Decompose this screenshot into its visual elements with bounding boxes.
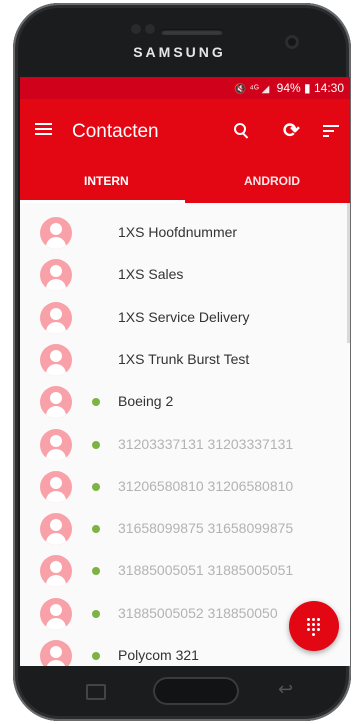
- contact-row[interactable]: 31658099875 31658099875: [20, 513, 350, 555]
- contact-row[interactable]: 1XS Service Delivery: [20, 301, 350, 344]
- avatar-icon: [40, 640, 72, 666]
- avatar-icon: [40, 386, 72, 419]
- back-icon[interactable]: ↩: [278, 679, 293, 700]
- avatar-icon: [40, 470, 72, 503]
- contact-name: 1XS Hoofdnummer: [118, 224, 238, 240]
- battery-percent: 94%: [276, 81, 301, 95]
- avatar-icon: [40, 217, 72, 249]
- avatar-icon: [40, 597, 72, 630]
- contact-row[interactable]: 31206580810 31206580810: [20, 470, 350, 513]
- presence-dot: [92, 652, 100, 660]
- contact-name: 31206580810 31206580810: [118, 477, 294, 494]
- sensor: [131, 24, 141, 34]
- avatar-icon: [40, 428, 72, 461]
- clock: 14:30: [313, 81, 344, 95]
- presence-dot: [92, 482, 100, 491]
- avatar-icon: [40, 343, 72, 376]
- tab-android[interactable]: ANDROID: [244, 174, 300, 188]
- contact-name: 31885005051 31885005051: [118, 562, 294, 579]
- contact-row[interactable]: Boeing 2: [20, 386, 350, 428]
- contact-name: Polycom 321: [118, 647, 199, 663]
- app-bar: Contacten ⟳: [20, 99, 350, 157]
- contact-row[interactable]: 31885005051 31885005051: [20, 555, 350, 597]
- presence-dot: [92, 525, 100, 534]
- contact-row[interactable]: 31203337131 31203337131: [20, 428, 350, 471]
- dialpad-button[interactable]: [289, 601, 339, 651]
- search-icon[interactable]: [234, 123, 246, 135]
- device-brand: SAMSUNG: [133, 44, 226, 60]
- contact-row[interactable]: 1XS Trunk Burst Test: [20, 343, 350, 386]
- app-screen: 🔇 ⁴ᴳ ◢ 94% ▮ 14:30 Contacten ⟳ INTERN AN…: [20, 77, 350, 666]
- avatar-icon: [40, 301, 72, 334]
- earpiece-speaker: [161, 29, 223, 35]
- refresh-icon[interactable]: ⟳: [283, 118, 300, 143]
- recent-apps-icon[interactable]: [86, 684, 106, 700]
- tab-intern[interactable]: INTERN: [84, 174, 129, 188]
- hardware-keys: ↩: [20, 666, 350, 720]
- status-icons: 🔇 ⁴ᴳ ◢: [234, 84, 270, 95]
- contact-name: 1XS Trunk Burst Test: [118, 350, 250, 367]
- home-button[interactable]: [153, 677, 239, 705]
- presence-dot: [92, 567, 100, 576]
- tab-bar: INTERN ANDROID: [20, 157, 350, 203]
- presence-dot: [92, 398, 100, 407]
- page-title: Contacten: [72, 121, 159, 142]
- contact-name: 31658099875 31658099875: [118, 520, 294, 537]
- presence-dot: [92, 609, 100, 618]
- contact-name: 31203337131 31203337131: [118, 435, 294, 452]
- avatar-icon: [40, 555, 72, 588]
- sensor: [145, 24, 155, 34]
- status-bar: 🔇 ⁴ᴳ ◢ 94% ▮ 14:30: [20, 77, 350, 99]
- presence-dot: [92, 440, 100, 449]
- contact-row[interactable]: 1XS Sales: [20, 259, 350, 301]
- avatar-icon: [40, 259, 72, 292]
- contact-name: 1XS Service Delivery: [118, 308, 250, 325]
- contact-name: 1XS Sales: [118, 266, 184, 283]
- tab-indicator: [20, 200, 185, 203]
- battery-icon: ▮: [304, 81, 311, 95]
- sort-icon[interactable]: [323, 125, 339, 140]
- avatar-icon: [40, 513, 72, 546]
- contact-name: 31885005052 318850050: [118, 604, 278, 621]
- dialpad-icon: [307, 618, 321, 636]
- contact-name: Boeing 2: [118, 393, 174, 410]
- contact-row[interactable]: 1XS Hoofdnummer: [20, 217, 350, 259]
- hamburger-icon[interactable]: [35, 123, 52, 138]
